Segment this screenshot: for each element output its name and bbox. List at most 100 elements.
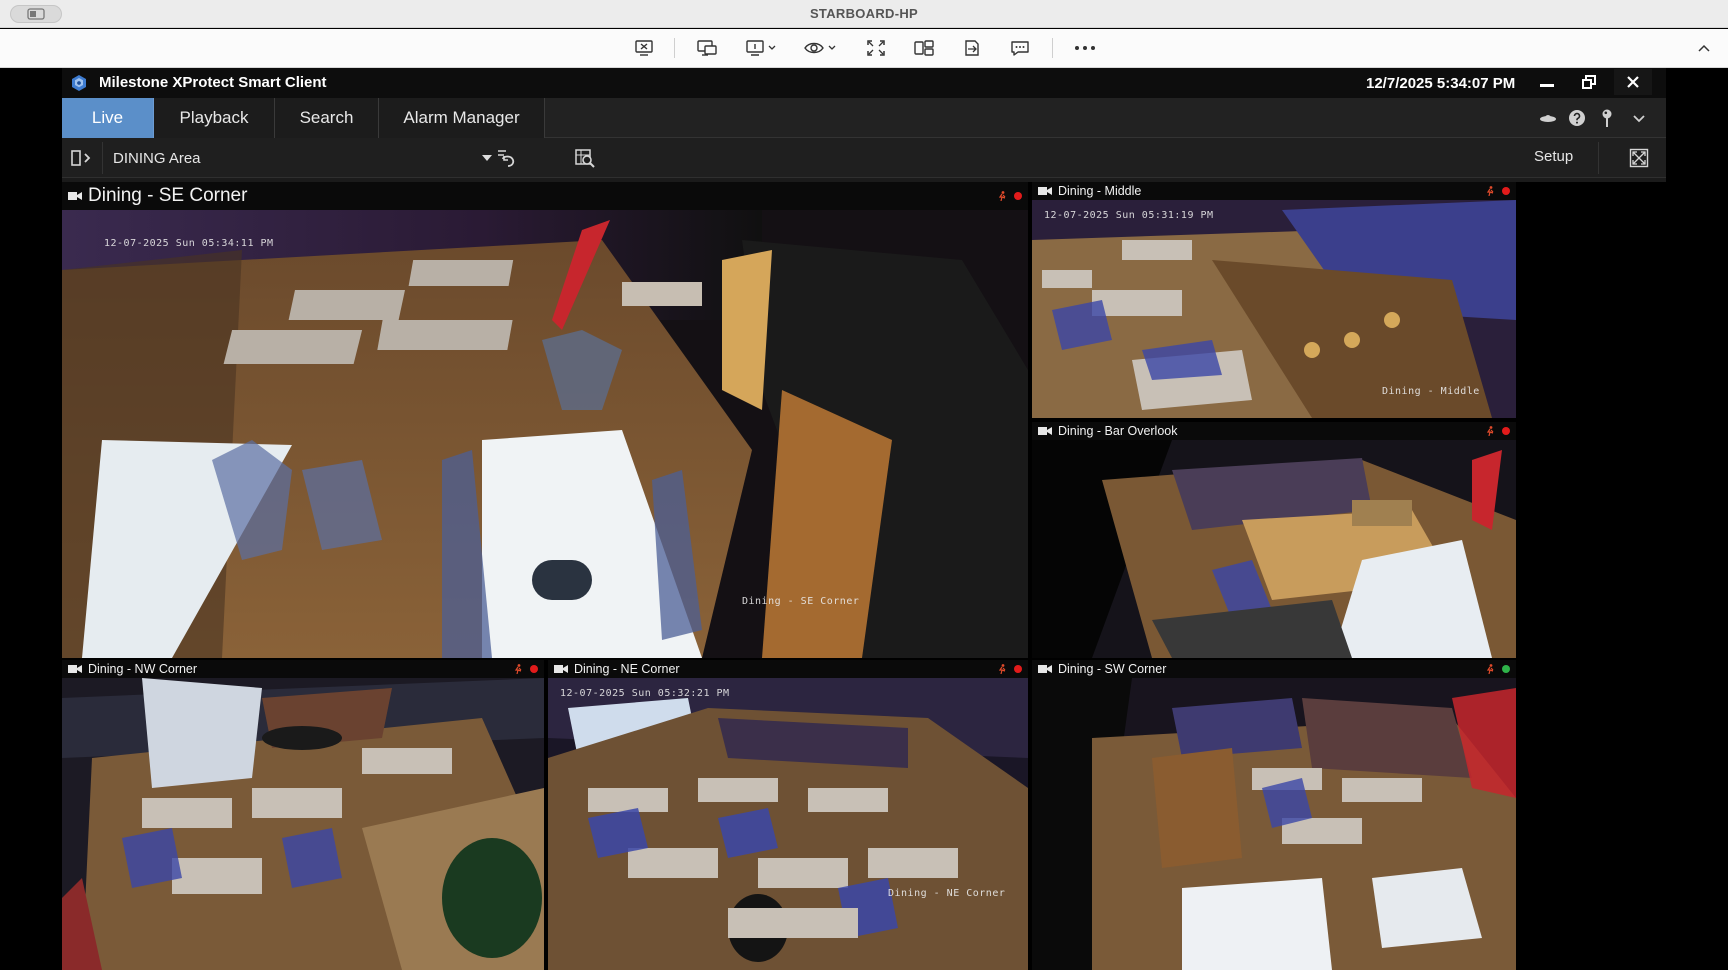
status-button[interactable] <box>1536 106 1560 130</box>
minimize-icon <box>1540 84 1554 87</box>
fullscreen-expand-button[interactable] <box>864 37 888 59</box>
camera-icon <box>68 191 82 201</box>
search-view-button[interactable] <box>572 146 598 170</box>
camera-title: Dining - NE Corner <box>574 662 680 676</box>
camera-icon <box>1038 426 1052 436</box>
camera-tile-header: Dining - NW Corner <box>62 660 544 678</box>
recording-indicator <box>1502 187 1510 195</box>
view-mode-button[interactable] <box>802 37 840 59</box>
restore-icon <box>1582 75 1596 89</box>
motion-indicator-icon <box>1486 664 1495 674</box>
xprotect-window: Milestone XProtect Smart Client 12/7/202… <box>62 68 1666 970</box>
camera-title: Dining - Middle <box>1058 184 1142 198</box>
camera-video-feed[interactable] <box>62 678 544 970</box>
camera-title: Dining - SW Corner <box>1058 662 1167 676</box>
camera-tile-header: Dining - SW Corner <box>1032 660 1516 678</box>
close-icon <box>1627 76 1639 88</box>
chat-button[interactable] <box>1008 37 1032 59</box>
camera-tile-header: Dining - NE Corner <box>548 660 1028 678</box>
recording-indicator <box>1502 665 1510 673</box>
setup-button[interactable]: Setup <box>1534 148 1573 165</box>
camera-video-feed[interactable] <box>1032 678 1516 970</box>
camera-icon <box>1038 186 1052 196</box>
end-session-icon <box>635 40 653 56</box>
search-view-icon <box>575 149 595 168</box>
close-button[interactable] <box>1614 69 1652 95</box>
motion-indicator-icon <box>998 191 1007 201</box>
minimize-button[interactable] <box>1528 69 1566 95</box>
camera-tile-bar-overlook[interactable]: Dining - Bar Overlook <box>1032 422 1516 658</box>
more-icon <box>1075 46 1095 50</box>
toolbar-divider <box>102 142 103 174</box>
motion-indicator-icon <box>1486 426 1495 436</box>
recording-indicator <box>1502 427 1510 435</box>
app-clock: 12/7/2025 5:34:07 PM <box>1366 75 1516 92</box>
camera-tile-ne-corner[interactable]: Dining - NE Corner 12-07-2025 Sun 05:32:… <box>548 660 1028 970</box>
help-button[interactable] <box>1566 106 1588 130</box>
pane-expand-icon <box>71 150 91 166</box>
motion-indicator-icon <box>514 664 523 674</box>
more-button[interactable] <box>1072 37 1098 59</box>
recording-indicator <box>1014 192 1022 200</box>
chevron-up-icon <box>1698 44 1710 52</box>
host-titlebar: STARBOARD-HP <box>0 0 1728 28</box>
camera-name-overlay: Dining - Middle <box>1382 386 1480 397</box>
camera-video-feed[interactable]: 12-07-2025 Sun 05:34:11 PM Dining - SE C… <box>62 210 1028 658</box>
display-select-icon <box>746 40 776 56</box>
tab-playback[interactable]: Playback <box>154 98 275 138</box>
camera-name-overlay: Dining - NE Corner <box>888 888 1006 899</box>
undo-view-button[interactable] <box>494 146 520 170</box>
remote-display-icon <box>697 40 717 56</box>
tab-live[interactable]: Live <box>62 98 154 138</box>
remote-display-button[interactable] <box>694 37 720 59</box>
fullscreen-button[interactable] <box>1628 147 1650 169</box>
camera-title: Dining - SE Corner <box>88 185 248 206</box>
multi-monitor-button[interactable] <box>912 37 936 59</box>
display-select-button[interactable] <box>744 37 780 59</box>
camera-title: Dining - NW Corner <box>88 662 198 676</box>
camera-video-feed[interactable] <box>1032 440 1516 658</box>
caret-down-icon <box>482 155 492 161</box>
camera-tile-header: Dining - Bar Overlook <box>1032 422 1516 440</box>
fullscreen-icon <box>1629 148 1649 168</box>
map-pin-button[interactable] <box>1596 106 1618 130</box>
end-session-button[interactable] <box>632 37 656 59</box>
views-pane-toggle[interactable] <box>68 146 96 170</box>
camera-icon <box>68 664 82 674</box>
camera-grid: Dining - SE Corner 12-07-2025 Sun 05:34:… <box>62 182 1666 970</box>
camera-name-overlay: Dining - SE Corner <box>742 596 860 607</box>
app-menu-button[interactable] <box>1628 106 1650 130</box>
satellite-icon <box>1540 115 1556 122</box>
camera-tile-middle[interactable]: Dining - Middle 12-07-2025 Sun 05:31:19 … <box>1032 182 1516 418</box>
camera-tile-sw-corner[interactable]: Dining - SW Corner <box>1032 660 1516 970</box>
camera-timestamp: 12-07-2025 Sun 05:31:19 PM <box>1044 210 1214 221</box>
view-mode-icon <box>804 42 836 54</box>
recording-indicator <box>1014 665 1022 673</box>
camera-icon <box>554 664 568 674</box>
file-transfer-button[interactable] <box>960 37 984 59</box>
file-transfer-icon <box>965 40 979 56</box>
chat-icon <box>1011 41 1029 56</box>
pin-icon <box>1602 109 1612 127</box>
collapse-toolbar-button[interactable] <box>1694 37 1714 59</box>
host-toolbar <box>0 29 1728 68</box>
view-selector[interactable]: DINING Area <box>110 144 500 172</box>
undo-view-icon <box>498 150 515 167</box>
tab-search[interactable]: Search <box>275 98 379 138</box>
toolbar-separator <box>1052 38 1053 58</box>
camera-timestamp: 12-07-2025 Sun 05:34:11 PM <box>104 238 274 249</box>
tab-alarm-manager[interactable]: Alarm Manager <box>379 98 545 138</box>
view-selector-value: DINING Area <box>113 149 201 167</box>
view-toolbar: DINING Area Setup <box>62 138 1666 178</box>
fullscreen-expand-icon <box>867 40 885 56</box>
chevron-down-icon <box>1633 115 1645 123</box>
camera-tile-header: Dining - Middle <box>1032 182 1516 200</box>
toolbar-separator <box>674 38 675 58</box>
app-title: Milestone XProtect Smart Client <box>99 74 327 91</box>
camera-video-feed[interactable]: 12-07-2025 Sun 05:32:21 PM Dining - NE C… <box>548 678 1028 970</box>
camera-tile-nw-corner[interactable]: Dining - NW Corner <box>62 660 544 970</box>
restore-button[interactable] <box>1570 69 1608 95</box>
camera-video-feed[interactable]: 12-07-2025 Sun 05:31:19 PM Dining - Midd… <box>1032 200 1516 418</box>
toolbar-divider <box>1598 142 1599 174</box>
camera-tile-se-corner[interactable]: Dining - SE Corner 12-07-2025 Sun 05:34:… <box>62 182 1028 658</box>
